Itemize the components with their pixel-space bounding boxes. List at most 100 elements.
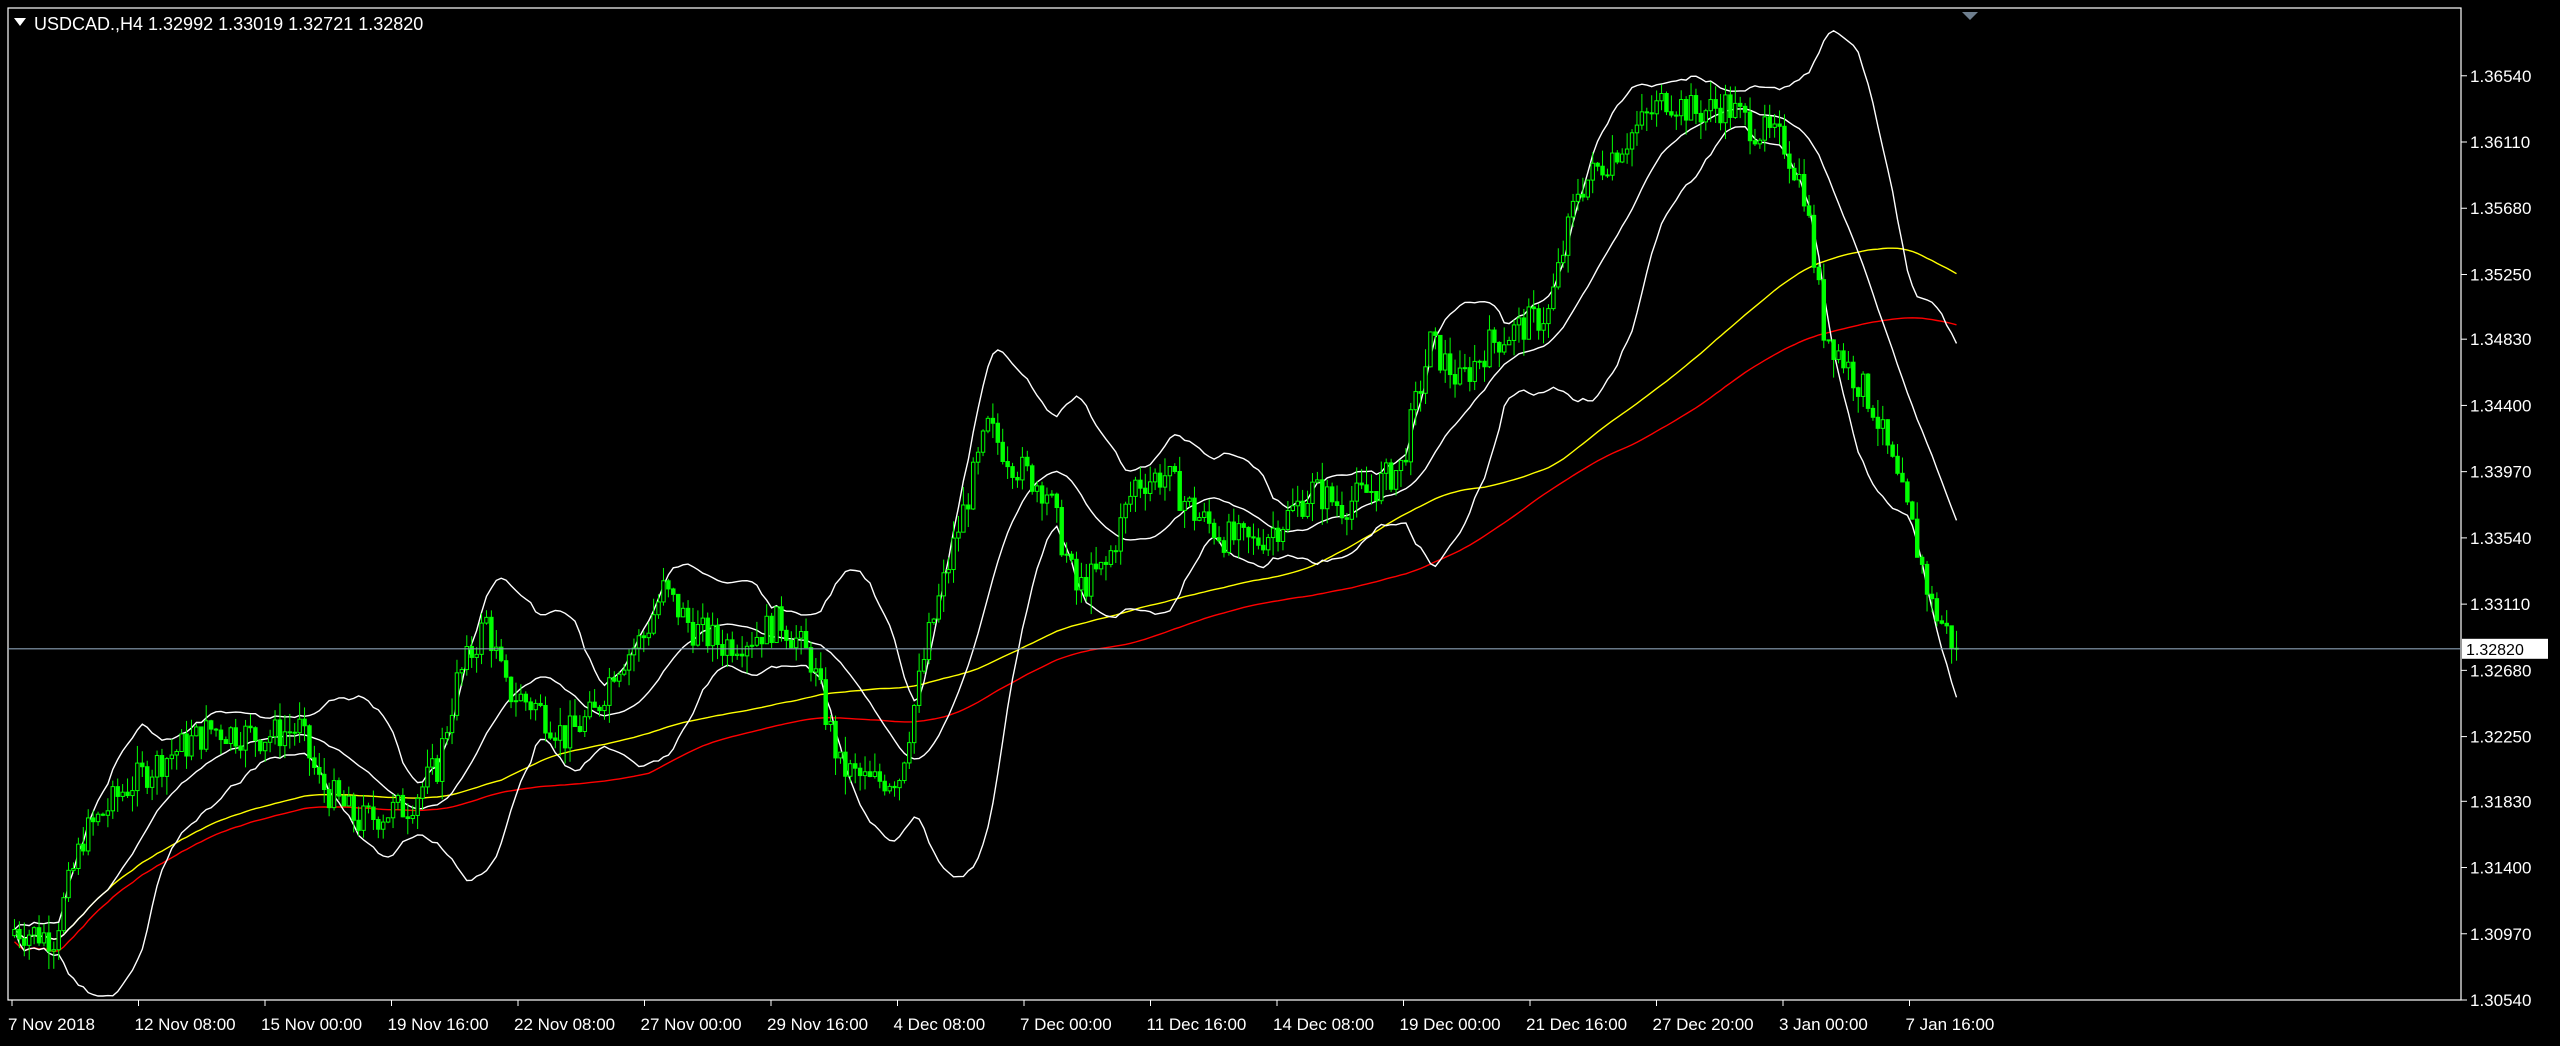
candle-bull: [395, 794, 401, 803]
candle-bull: [154, 755, 160, 778]
candle-bear: [666, 580, 671, 590]
candle-bear: [759, 636, 765, 645]
candle-bear: [1157, 472, 1163, 488]
candle-bear: [292, 731, 297, 734]
candle-bull: [926, 622, 932, 661]
candle-bull: [464, 646, 470, 671]
chart-header[interactable]: USDCAD.,H4 1.32992 1.33019 1.32721 1.328…: [14, 14, 423, 34]
candle-bull: [961, 504, 966, 533]
candle-bull: [985, 417, 991, 432]
candle-bull: [12, 928, 17, 937]
candle-bear: [81, 843, 86, 852]
price-axis-label: 1.32680: [2470, 661, 2531, 680]
candle-bull: [1182, 500, 1187, 511]
candle-bear: [1782, 125, 1787, 155]
candle-bull: [607, 677, 612, 706]
candle-bear: [1084, 576, 1089, 597]
price-chart[interactable]: 1.36540 1.36110 1.35680 1.35250 1.34830 1.344…: [0, 0, 2560, 1046]
time-axis-label: 14 Dec 08:00: [1273, 1015, 1374, 1034]
candle-bear: [1497, 341, 1502, 353]
candle-bear: [46, 932, 52, 952]
candle-bull: [120, 791, 125, 797]
candle-bear: [469, 646, 474, 658]
candle-bull: [970, 461, 976, 510]
candle-bear: [503, 660, 509, 678]
candle-bull: [907, 742, 912, 764]
price-axis: 1.36540 1.36110 1.35680 1.35250 1.34830 1.344…: [2461, 67, 2531, 1010]
time-axis-label: 7 Jan 16:00: [1906, 1015, 1995, 1034]
candle-bull: [243, 725, 248, 751]
candle-bull: [1757, 139, 1763, 145]
candle-bull: [1393, 470, 1399, 490]
candle-bear: [1206, 511, 1212, 524]
candle-bear: [1256, 537, 1261, 546]
candle-bull: [1723, 94, 1728, 124]
candle-bull: [533, 702, 538, 711]
candle-bull: [479, 622, 484, 655]
candle-bear: [720, 644, 725, 656]
candle-bull: [956, 531, 961, 539]
candle-bull: [774, 606, 779, 644]
candle-bull: [61, 897, 66, 932]
candle-bull: [1295, 500, 1300, 507]
price-axis-label: 1.34830: [2470, 330, 2531, 349]
candle-bear: [1806, 205, 1812, 216]
candle-bear: [1580, 193, 1586, 198]
candle-bear: [1890, 444, 1895, 457]
candle-bull: [872, 771, 878, 777]
candle-bear: [1905, 481, 1910, 503]
time-axis-label: 11 Dec 16:00: [1147, 1015, 1247, 1034]
candle-bull: [1541, 323, 1546, 331]
candle-bull: [415, 797, 420, 816]
candle-bear: [538, 702, 543, 706]
time-axis-label: 22 Nov 08:00: [514, 1015, 615, 1034]
price-axis-label: 1.36540: [2470, 67, 2531, 86]
candle-bull: [1167, 466, 1173, 477]
candle-bull: [557, 725, 563, 741]
candle-bear: [248, 725, 253, 729]
candle-bear: [336, 780, 342, 797]
candle-bear: [597, 706, 602, 712]
candle-bear: [1029, 465, 1035, 492]
candle-bear: [1693, 95, 1699, 114]
candle-bear: [1241, 523, 1246, 528]
candle-bull: [813, 668, 819, 673]
candle-bear: [818, 668, 824, 681]
candle-bear: [1492, 329, 1497, 343]
candle-bull: [1556, 262, 1561, 288]
candle-bull: [149, 776, 155, 788]
candle-bull: [474, 653, 479, 658]
candle-bear: [1865, 373, 1871, 409]
candle-bull: [1442, 353, 1448, 371]
candle-bear: [1855, 387, 1861, 397]
candle-bull: [361, 805, 366, 831]
candle-bear: [548, 732, 553, 739]
candle-bear: [1674, 114, 1679, 117]
candle-bear: [376, 819, 381, 830]
candle-bull: [1624, 148, 1630, 155]
candle-bull: [1162, 475, 1168, 488]
candle-bull: [680, 607, 686, 618]
candle-bear: [1246, 526, 1251, 538]
candle-bull: [459, 669, 465, 674]
candle-bear: [1113, 550, 1119, 553]
candle-bear: [36, 927, 42, 944]
price-axis-label: 1.33970: [2470, 463, 2531, 482]
candle-bear: [351, 795, 356, 821]
candle-bear: [739, 653, 745, 657]
candle-bear: [1870, 407, 1876, 418]
candle-bear: [1615, 152, 1620, 163]
candle-bear: [857, 767, 863, 777]
candle-bull: [1305, 502, 1310, 517]
candle-bear: [1447, 353, 1453, 376]
candle-bear: [159, 755, 165, 777]
candle-bull: [430, 758, 435, 768]
candle-bull: [921, 659, 927, 672]
candle-bull: [1506, 339, 1512, 346]
candle-bull: [1020, 456, 1025, 481]
candle-bull: [1324, 486, 1330, 510]
candle-bull: [1398, 459, 1404, 472]
candle-bull: [1236, 523, 1241, 541]
candle-bear: [1885, 419, 1890, 446]
candle-bull: [1703, 110, 1709, 123]
